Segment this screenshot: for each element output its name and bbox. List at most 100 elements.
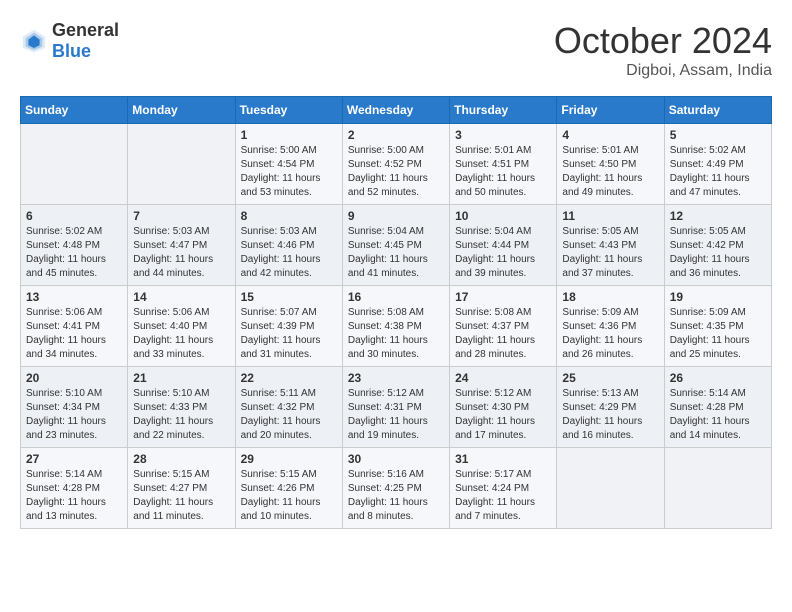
sunrise-text: Sunrise: 5:12 AM bbox=[455, 388, 531, 399]
sunset-text: Sunset: 4:25 PM bbox=[348, 483, 422, 494]
daylight-text: Daylight: 11 hours and 31 minutes. bbox=[241, 335, 321, 360]
sunrise-text: Sunrise: 5:09 AM bbox=[670, 307, 746, 318]
day-number: 13 bbox=[26, 290, 122, 304]
day-number: 11 bbox=[562, 209, 658, 223]
day-info: Sunrise: 5:01 AM Sunset: 4:51 PM Dayligh… bbox=[455, 144, 551, 200]
calendar-cell: 23 Sunrise: 5:12 AM Sunset: 4:31 PM Dayl… bbox=[342, 367, 449, 448]
day-number: 14 bbox=[133, 290, 229, 304]
sunset-text: Sunset: 4:26 PM bbox=[241, 483, 315, 494]
sunrise-text: Sunrise: 5:14 AM bbox=[670, 388, 746, 399]
daylight-text: Daylight: 11 hours and 10 minutes. bbox=[241, 497, 321, 522]
day-info: Sunrise: 5:16 AM Sunset: 4:25 PM Dayligh… bbox=[348, 468, 444, 524]
sunset-text: Sunset: 4:49 PM bbox=[670, 159, 744, 170]
sunrise-text: Sunrise: 5:03 AM bbox=[133, 226, 209, 237]
title-block: October 2024 Digboi, Assam, India bbox=[554, 20, 772, 80]
calendar-cell: 7 Sunrise: 5:03 AM Sunset: 4:47 PM Dayli… bbox=[128, 205, 235, 286]
month-title: October 2024 bbox=[554, 20, 772, 62]
day-number: 2 bbox=[348, 128, 444, 142]
calendar-cell bbox=[557, 448, 664, 529]
daylight-text: Daylight: 11 hours and 14 minutes. bbox=[670, 416, 750, 441]
sunrise-text: Sunrise: 5:06 AM bbox=[133, 307, 209, 318]
sunset-text: Sunset: 4:37 PM bbox=[455, 321, 529, 332]
daylight-text: Daylight: 11 hours and 11 minutes. bbox=[133, 497, 213, 522]
calendar-cell bbox=[128, 124, 235, 205]
calendar-cell: 11 Sunrise: 5:05 AM Sunset: 4:43 PM Dayl… bbox=[557, 205, 664, 286]
calendar-cell: 19 Sunrise: 5:09 AM Sunset: 4:35 PM Dayl… bbox=[664, 286, 771, 367]
sunset-text: Sunset: 4:48 PM bbox=[26, 240, 100, 251]
sunrise-text: Sunrise: 5:05 AM bbox=[670, 226, 746, 237]
calendar-cell: 30 Sunrise: 5:16 AM Sunset: 4:25 PM Dayl… bbox=[342, 448, 449, 529]
day-info: Sunrise: 5:11 AM Sunset: 4:32 PM Dayligh… bbox=[241, 387, 337, 443]
day-info: Sunrise: 5:15 AM Sunset: 4:26 PM Dayligh… bbox=[241, 468, 337, 524]
daylight-text: Daylight: 11 hours and 25 minutes. bbox=[670, 335, 750, 360]
daylight-text: Daylight: 11 hours and 22 minutes. bbox=[133, 416, 213, 441]
sunset-text: Sunset: 4:36 PM bbox=[562, 321, 636, 332]
calendar-cell: 6 Sunrise: 5:02 AM Sunset: 4:48 PM Dayli… bbox=[21, 205, 128, 286]
sunset-text: Sunset: 4:44 PM bbox=[455, 240, 529, 251]
day-info: Sunrise: 5:10 AM Sunset: 4:33 PM Dayligh… bbox=[133, 387, 229, 443]
calendar-cell: 2 Sunrise: 5:00 AM Sunset: 4:52 PM Dayli… bbox=[342, 124, 449, 205]
day-number: 15 bbox=[241, 290, 337, 304]
day-info: Sunrise: 5:01 AM Sunset: 4:50 PM Dayligh… bbox=[562, 144, 658, 200]
sunset-text: Sunset: 4:43 PM bbox=[562, 240, 636, 251]
daylight-text: Daylight: 11 hours and 34 minutes. bbox=[26, 335, 106, 360]
sunrise-text: Sunrise: 5:02 AM bbox=[670, 145, 746, 156]
calendar-table: SundayMondayTuesdayWednesdayThursdayFrid… bbox=[20, 96, 772, 529]
daylight-text: Daylight: 11 hours and 50 minutes. bbox=[455, 173, 535, 198]
day-info: Sunrise: 5:09 AM Sunset: 4:35 PM Dayligh… bbox=[670, 306, 766, 362]
daylight-text: Daylight: 11 hours and 17 minutes. bbox=[455, 416, 535, 441]
day-number: 18 bbox=[562, 290, 658, 304]
calendar-cell: 24 Sunrise: 5:12 AM Sunset: 4:30 PM Dayl… bbox=[450, 367, 557, 448]
sunrise-text: Sunrise: 5:17 AM bbox=[455, 469, 531, 480]
sunset-text: Sunset: 4:46 PM bbox=[241, 240, 315, 251]
sunset-text: Sunset: 4:31 PM bbox=[348, 402, 422, 413]
day-info: Sunrise: 5:02 AM Sunset: 4:49 PM Dayligh… bbox=[670, 144, 766, 200]
sunset-text: Sunset: 4:28 PM bbox=[670, 402, 744, 413]
daylight-text: Daylight: 11 hours and 30 minutes. bbox=[348, 335, 428, 360]
day-number: 4 bbox=[562, 128, 658, 142]
sunrise-text: Sunrise: 5:16 AM bbox=[348, 469, 424, 480]
calendar-cell: 31 Sunrise: 5:17 AM Sunset: 4:24 PM Dayl… bbox=[450, 448, 557, 529]
daylight-text: Daylight: 11 hours and 52 minutes. bbox=[348, 173, 428, 198]
weekday-header-row: SundayMondayTuesdayWednesdayThursdayFrid… bbox=[21, 97, 772, 124]
sunrise-text: Sunrise: 5:14 AM bbox=[26, 469, 102, 480]
day-number: 9 bbox=[348, 209, 444, 223]
day-info: Sunrise: 5:00 AM Sunset: 4:52 PM Dayligh… bbox=[348, 144, 444, 200]
calendar-week-row: 6 Sunrise: 5:02 AM Sunset: 4:48 PM Dayli… bbox=[21, 205, 772, 286]
calendar-cell: 20 Sunrise: 5:10 AM Sunset: 4:34 PM Dayl… bbox=[21, 367, 128, 448]
location-title: Digboi, Assam, India bbox=[554, 62, 772, 80]
sunset-text: Sunset: 4:54 PM bbox=[241, 159, 315, 170]
sunset-text: Sunset: 4:28 PM bbox=[26, 483, 100, 494]
weekday-header-thursday: Thursday bbox=[450, 97, 557, 124]
sunset-text: Sunset: 4:33 PM bbox=[133, 402, 207, 413]
calendar-cell: 29 Sunrise: 5:15 AM Sunset: 4:26 PM Dayl… bbox=[235, 448, 342, 529]
sunset-text: Sunset: 4:30 PM bbox=[455, 402, 529, 413]
day-number: 8 bbox=[241, 209, 337, 223]
sunset-text: Sunset: 4:51 PM bbox=[455, 159, 529, 170]
sunset-text: Sunset: 4:47 PM bbox=[133, 240, 207, 251]
calendar-cell: 10 Sunrise: 5:04 AM Sunset: 4:44 PM Dayl… bbox=[450, 205, 557, 286]
day-number: 26 bbox=[670, 371, 766, 385]
day-info: Sunrise: 5:08 AM Sunset: 4:38 PM Dayligh… bbox=[348, 306, 444, 362]
day-number: 21 bbox=[133, 371, 229, 385]
calendar-cell: 15 Sunrise: 5:07 AM Sunset: 4:39 PM Dayl… bbox=[235, 286, 342, 367]
day-number: 1 bbox=[241, 128, 337, 142]
daylight-text: Daylight: 11 hours and 39 minutes. bbox=[455, 254, 535, 279]
logo-blue: Blue bbox=[52, 41, 91, 61]
day-info: Sunrise: 5:04 AM Sunset: 4:45 PM Dayligh… bbox=[348, 225, 444, 281]
day-number: 27 bbox=[26, 452, 122, 466]
sunset-text: Sunset: 4:52 PM bbox=[348, 159, 422, 170]
sunrise-text: Sunrise: 5:03 AM bbox=[241, 226, 317, 237]
day-info: Sunrise: 5:00 AM Sunset: 4:54 PM Dayligh… bbox=[241, 144, 337, 200]
day-info: Sunrise: 5:05 AM Sunset: 4:43 PM Dayligh… bbox=[562, 225, 658, 281]
daylight-text: Daylight: 11 hours and 42 minutes. bbox=[241, 254, 321, 279]
calendar-week-row: 27 Sunrise: 5:14 AM Sunset: 4:28 PM Dayl… bbox=[21, 448, 772, 529]
sunrise-text: Sunrise: 5:00 AM bbox=[348, 145, 424, 156]
day-info: Sunrise: 5:02 AM Sunset: 4:48 PM Dayligh… bbox=[26, 225, 122, 281]
day-info: Sunrise: 5:08 AM Sunset: 4:37 PM Dayligh… bbox=[455, 306, 551, 362]
sunrise-text: Sunrise: 5:15 AM bbox=[133, 469, 209, 480]
sunrise-text: Sunrise: 5:01 AM bbox=[562, 145, 638, 156]
sunrise-text: Sunrise: 5:13 AM bbox=[562, 388, 638, 399]
day-info: Sunrise: 5:06 AM Sunset: 4:40 PM Dayligh… bbox=[133, 306, 229, 362]
calendar-cell: 12 Sunrise: 5:05 AM Sunset: 4:42 PM Dayl… bbox=[664, 205, 771, 286]
